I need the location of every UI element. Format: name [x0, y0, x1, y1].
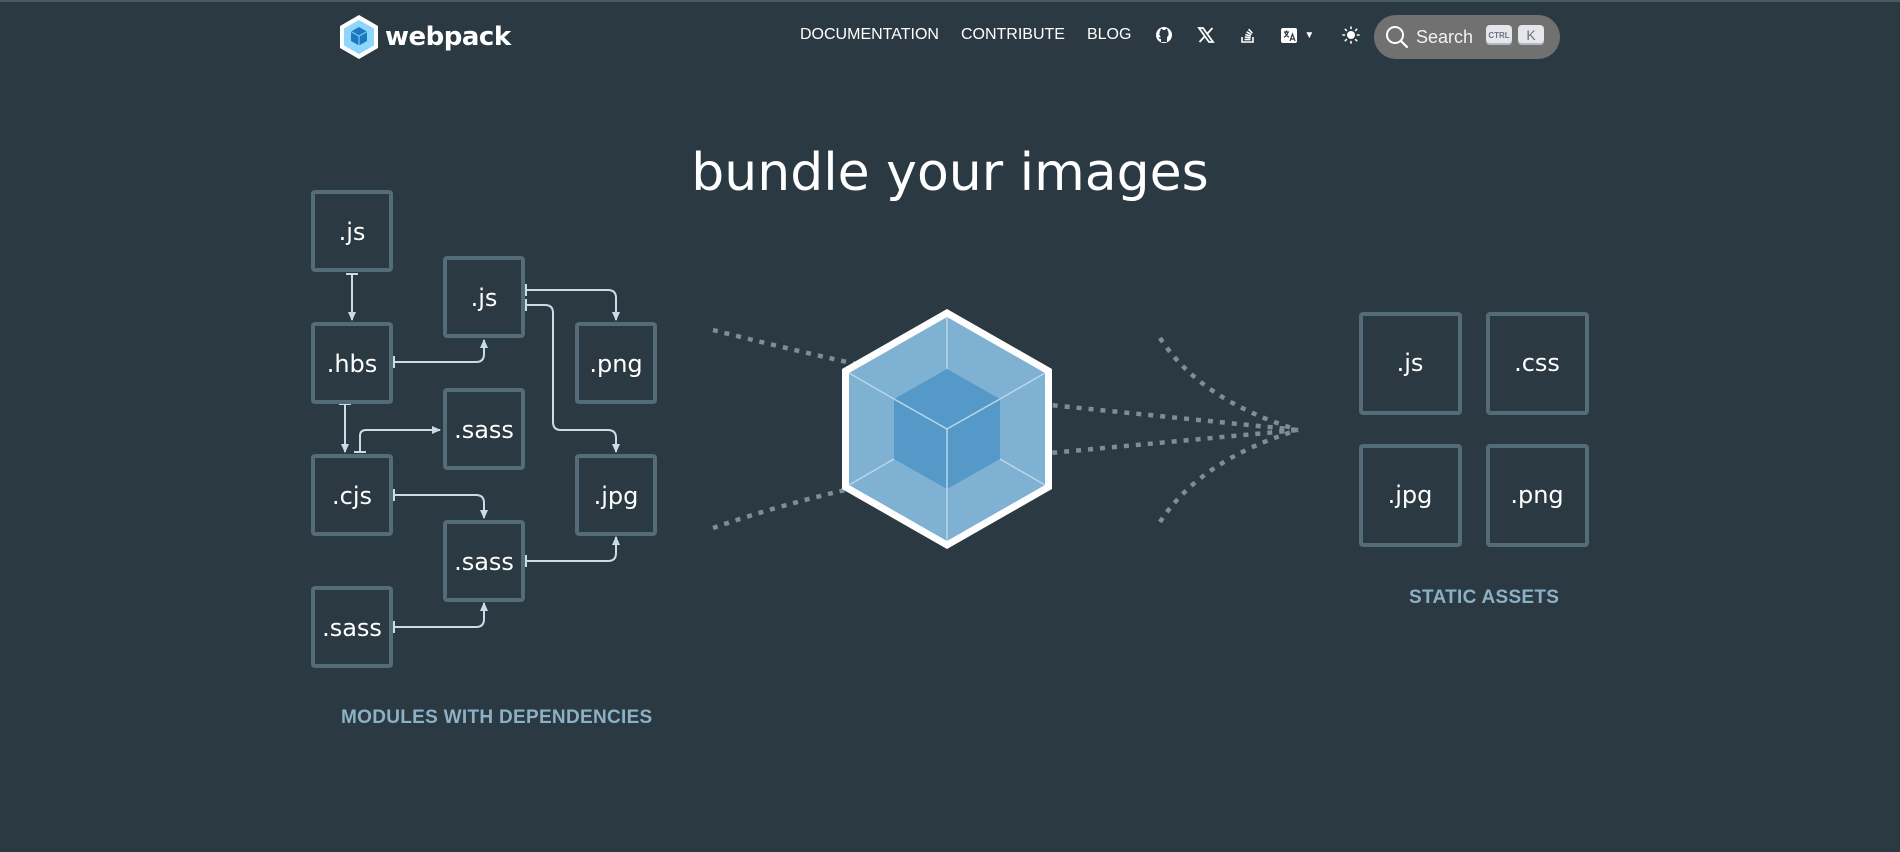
module-label: .js	[339, 218, 366, 246]
asset-box: .jpg	[1359, 444, 1462, 547]
asset-box: .js	[1359, 312, 1462, 415]
asset-label: .png	[1510, 481, 1563, 509]
module-label: .sass	[454, 548, 514, 576]
module-label: .hbs	[327, 350, 378, 378]
bundle-diagram: .js .hbs .cjs .sass .js .sass .sass .png…	[311, 190, 1589, 668]
module-box: .cjs	[311, 454, 393, 536]
module-box: .js	[311, 190, 393, 272]
module-label: .sass	[322, 614, 382, 642]
module-box: .jpg	[575, 454, 657, 536]
asset-label: .jpg	[1388, 481, 1433, 509]
module-box: .png	[575, 322, 657, 404]
asset-box: .png	[1486, 444, 1589, 547]
module-box: .sass	[443, 520, 525, 602]
asset-box: .css	[1486, 312, 1589, 415]
asset-label: .css	[1514, 349, 1560, 377]
module-box: .js	[443, 256, 525, 338]
module-box: .sass	[311, 586, 393, 668]
module-box: .hbs	[311, 322, 393, 404]
module-label: .js	[471, 284, 498, 312]
asset-label: .js	[1397, 349, 1424, 377]
assets-group: .js .css .jpg .png	[1359, 312, 1589, 547]
module-label: .jpg	[594, 482, 639, 510]
assets-caption: STATIC ASSETS	[1409, 587, 1560, 608]
modules-caption: MODULES WITH DEPENDENCIES	[341, 707, 653, 728]
module-label: .cjs	[332, 482, 372, 510]
webpack-cube-icon	[842, 309, 1052, 549]
module-label: .sass	[454, 416, 514, 444]
module-box: .sass	[443, 388, 525, 470]
module-label: .png	[589, 350, 642, 378]
